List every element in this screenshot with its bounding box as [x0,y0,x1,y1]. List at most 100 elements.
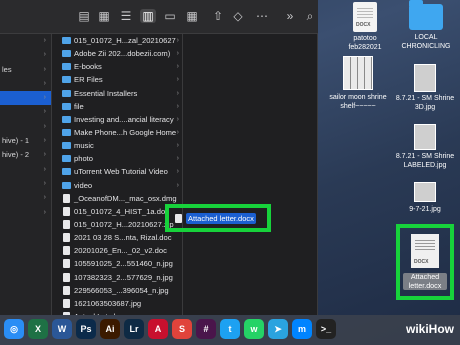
chevron-right-icon: › [176,89,179,97]
file-list-item[interactable]: Investing and....ancial literacy › [60,113,182,126]
desktop-icon-sailor-moon-shelf[interactable]: sailor moon shrine shelf~~~~~ [326,56,390,111]
dock-app-excel-icon[interactable]: X [28,319,48,339]
parent-column-item-label: les [2,64,12,74]
share-icon[interactable]: ⇧ [210,9,226,23]
docx-file-icon: DOCX [353,2,377,32]
dock-app-illustrator-icon[interactable]: Ai [100,319,120,339]
parent-column-item[interactable]: › [0,163,51,177]
file-list-item[interactable]: 229566053_...396054_n.jpg [60,284,182,297]
folder-icon [62,89,71,97]
document-icon [63,272,70,282]
parent-column-item-label: hive) - 2 [2,150,30,160]
parent-column-item[interactable]: › [0,91,51,106]
file-list-item[interactable]: Essential Installers › [60,87,182,100]
file-list-item[interactable]: uTorrent Web Tutorial Video › [60,165,182,178]
dock-app-photoshop-icon[interactable]: Ps [76,319,96,339]
desktop-icon-sm-shrine-3d[interactable]: 8.7.21 - SM Shrine 3D.jpg [392,64,458,112]
action-icon[interactable]: ⋯ [254,9,270,23]
column-view-icon[interactable]: ▥ [140,9,156,23]
gallery-view-icon[interactable]: ▭ [162,9,178,23]
parent-column-item[interactable]: › [0,77,51,91]
dock-app-lightroom-icon[interactable]: Lr [124,319,144,339]
parent-column-item[interactable]: hive) - 1 › [0,134,51,148]
document-icon [63,298,70,308]
search-icon[interactable]: ⌕ [302,9,318,23]
dragged-file-label: Attached letter.docx [186,213,256,224]
file-list-item[interactable]: music › [60,139,182,152]
folder-icon [409,0,443,30]
chevron-right-icon: › [176,50,179,58]
file-list-item[interactable]: 015_01072_4_HIST_1a.doc [60,205,182,218]
file-list-item[interactable]: Adobe Zii 202...dobezii.com) › [60,47,182,60]
desktop-icon-sm-shrine-labeled[interactable]: 8.7.21 - SM Shrine LABELED.jpg [392,124,458,170]
file-list-item-label: 105591025_2...551460_n.jpg [74,259,173,269]
chevron-right-icon: › [176,102,179,110]
dock-app-sketchup-icon[interactable]: S [172,319,192,339]
file-list-item[interactable]: 20201026_En..._02_v2.doc [60,244,182,257]
chevron-right-icon: › [176,37,179,44]
preview-column [184,34,318,315]
list-view-icon[interactable]: ☰ [118,9,134,23]
dragged-file[interactable]: Attached letter.docx [175,212,256,225]
tag-icon[interactable]: ◇ [230,9,246,23]
file-list-item[interactable]: 105591025_2...551460_n.jpg [60,257,182,270]
group-icon[interactable]: ▦ [184,9,200,23]
chevron-right-icon: › [176,142,179,150]
file-list-item[interactable]: Make Phone...h Google Home › [60,126,182,139]
folder-icon [62,181,71,189]
chevron-right-icon: › [176,63,179,71]
file-list-item-label: 1621063503687.jpg [74,298,142,308]
chevron-right-icon: › [176,181,179,189]
parent-column-item[interactable]: › [0,120,51,134]
desktop-icon-local-chronicling[interactable]: LOCAL CHRONICLING [396,0,456,51]
desktop-icon-patotoo[interactable]: DOCX patotoo feb282021 [340,2,390,52]
desktop-icon-label: sailor moon shrine shelf~~~~~ [329,94,387,110]
parent-column-item[interactable]: › [0,48,51,62]
file-list-item[interactable]: 2021 03 28 S...nta, Rizal.doc [60,231,182,244]
dock-app-twitter-icon[interactable]: t [220,319,240,339]
dock-app-messenger-icon[interactable]: m [292,319,312,339]
finder-toolbar: ▤ ▦ ☰ ▥ ▭ ▦ ⇧ ◇ ⋯ » ⌕ [0,0,318,34]
icon-view-icon[interactable]: ▦ [96,9,112,23]
file-list-item[interactable]: photo › [60,152,182,165]
parent-column-item[interactable]: › [0,206,51,220]
parent-column-item[interactable]: les › [0,63,51,77]
parent-column-item[interactable]: › [0,34,51,48]
dock-app-telegram-icon[interactable]: ➤ [268,319,288,339]
file-list-item-label: uTorrent Web Tutorial Video [74,167,168,177]
file-list-item[interactable]: 015_01072_H...zal_20210627 › [60,34,182,47]
dock-app-acrobat-icon[interactable]: A [148,319,168,339]
document-icon [63,233,70,243]
desktop-icon-9-7-21[interactable]: 9-7-21.jpg [396,182,454,215]
dock-app-terminal-icon[interactable]: >_ [316,319,336,339]
file-list-item[interactable]: ER Files › [60,73,182,86]
dock-app-slack-icon[interactable]: # [196,319,216,339]
sidebar-toggle-icon[interactable]: ▤ [76,9,92,23]
parent-column-item[interactable]: › [0,105,51,119]
dock-app-whatsapp-icon[interactable]: w [244,319,264,339]
file-list-item-label: 20201026_En..._02_v2.doc [74,246,167,256]
file-list-item[interactable]: 107382323_2...577629_n.jpg [60,271,182,284]
file-column: 015_01072_H...zal_20210627 › Adobe Zii 202… [60,34,183,315]
parent-column-item[interactable]: › [0,177,51,191]
more-icon[interactable]: » [282,9,298,23]
file-list-item[interactable]: 1621063503687.jpg [60,297,182,310]
dock-app-safari-icon[interactable]: ◎ [4,319,24,339]
document-icon [175,214,182,223]
folder-icon [62,142,71,150]
file-list-item[interactable]: _OceanofDM..._mac_osx.dmg [60,192,182,205]
parent-column-item[interactable]: › [0,191,51,205]
file-list-item[interactable]: video › [60,179,182,192]
file-list-item[interactable]: 015_01072_H...20210627.zip [60,218,182,231]
folder-icon [62,155,71,163]
parent-column-item[interactable]: hive) - 2 › [0,148,51,162]
drop-target-highlight[interactable]: DOCX Attached letter.docx [396,224,454,300]
file-list-item[interactable]: E-books › [60,60,182,73]
file-list-item-label: video [74,180,93,190]
chevron-right-icon: › [176,168,179,176]
file-list-item-label: music [74,141,94,151]
dock-app-word-icon[interactable]: W [52,319,72,339]
folder-icon [62,102,71,110]
file-list-item[interactable]: file › [60,100,182,113]
chevron-right-icon: › [43,151,46,159]
